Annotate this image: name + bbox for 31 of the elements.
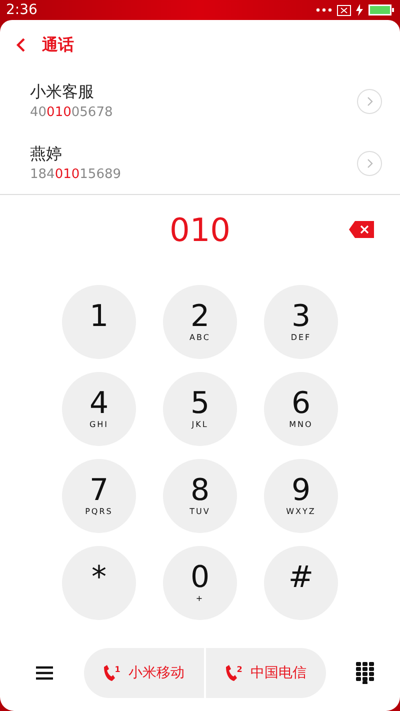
contact-number: 4001005678 — [30, 105, 113, 120]
dial-key[interactable]: * — [62, 546, 136, 620]
dial-key[interactable]: 8 TUV — [163, 459, 237, 533]
contact-row[interactable]: 燕婷 18401015689 — [0, 132, 400, 194]
contact-name: 小米客服 — [30, 82, 95, 103]
dial-key[interactable]: 9 WXYZ — [264, 459, 338, 533]
backspace-icon[interactable] — [349, 221, 374, 238]
dialed-number: 010 — [169, 211, 231, 249]
back-icon[interactable] — [16, 37, 26, 53]
dial-key[interactable]: # — [264, 546, 338, 620]
call-button[interactable]: 1 小米移动 — [84, 648, 204, 698]
dots-icon — [316, 8, 332, 12]
battery-icon — [368, 4, 394, 16]
dial-key[interactable]: 1 — [62, 285, 136, 359]
contact-name: 燕婷 — [30, 144, 63, 165]
dial-key[interactable]: 6 MNO — [264, 372, 338, 446]
dial-key[interactable]: 7 PQRS — [62, 459, 136, 533]
call-button[interactable]: 2 中国电信 — [206, 648, 326, 698]
dial-key[interactable]: 2 ABC — [163, 285, 237, 359]
dial-key[interactable]: 3 DEF — [264, 285, 338, 359]
bolt-icon — [356, 4, 363, 16]
menu-icon[interactable] — [36, 666, 53, 680]
contact-number: 18401015689 — [30, 167, 122, 182]
sim-off-icon — [337, 4, 351, 16]
status-time: 2:36 — [6, 2, 38, 18]
dial-key[interactable]: 5 JKL — [163, 372, 237, 446]
dial-key[interactable]: 0 + — [163, 546, 237, 620]
page-title: 通话 — [42, 34, 74, 56]
dialpad-icon[interactable] — [356, 662, 374, 684]
contact-row[interactable]: 小米客服 4001005678 — [0, 70, 400, 132]
dial-key[interactable]: 4 GHI — [62, 372, 136, 446]
